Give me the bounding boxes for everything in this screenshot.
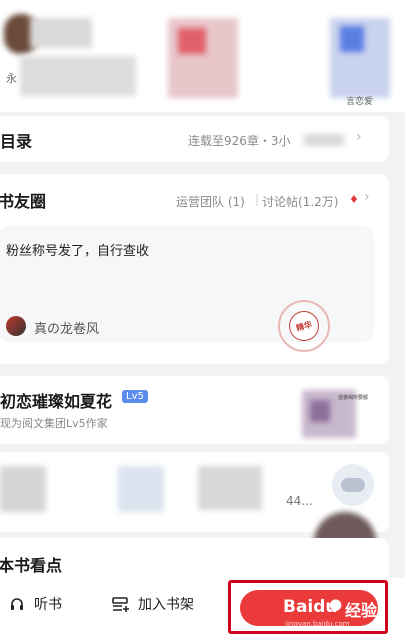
read-now-button[interactable]: Baidu ● 经验 jingyan.baidu.com [228, 580, 388, 634]
post-author-name: 真の龙卷风 [34, 322, 100, 337]
fan-avatar[interactable] [0, 466, 46, 512]
catalog-status: 连载至926章・3小 [188, 134, 291, 148]
highlights-title: 本书看点 [0, 556, 63, 575]
fan-avatar[interactable] [118, 466, 164, 512]
blurred-block [304, 134, 344, 146]
listen-button[interactable]: 听书 [10, 594, 62, 614]
separator: | [255, 192, 260, 206]
post-text: 粉丝称号发了，自行查收 [6, 244, 150, 259]
author-name: 初恋璀璨如夏花 [0, 392, 113, 411]
top-right-caption: 言恋爱 [346, 97, 374, 107]
featured-stamp-icon: 精华 [278, 300, 330, 352]
author-book-caption: 逆袭喝所要都 [338, 395, 369, 401]
top-left-caption: 永 [6, 72, 17, 85]
top-strip: 永 言恋爱 [0, 0, 405, 112]
stamp-label: 精华 [285, 307, 323, 345]
fans-count: 44... [286, 494, 313, 508]
book-cover-highlight [178, 28, 206, 54]
hot-flame-icon: ♦ [349, 193, 359, 206]
level-badge: Lv5 [122, 390, 148, 403]
add-shelf-label: 加入书架 [138, 597, 194, 613]
floating-bubble-icon[interactable] [332, 464, 374, 506]
author-book-cover-detail [310, 400, 330, 422]
watermark-cn: 经验 [345, 601, 378, 620]
book-cover-highlight [340, 26, 364, 52]
blurred-block [20, 56, 136, 96]
paw-icon: ● [329, 595, 343, 613]
fan-avatar[interactable] [198, 466, 262, 510]
catalog-card[interactable]: 目录 连载至926章・3小 › [0, 116, 389, 162]
author-subtitle: 现为阅文集团Lv5作家 [0, 417, 108, 430]
add-to-shelf-button[interactable]: 加入书架 [112, 594, 194, 614]
discussions-link[interactable]: 讨论帖(1.2万) [262, 193, 338, 210]
cloud-icon [341, 478, 365, 492]
listen-label: 听书 [34, 597, 62, 613]
book-circle-title: 书友圈 [0, 192, 47, 211]
chevron-right-icon: › [364, 189, 370, 205]
ops-team-link[interactable]: 运营团队 (1) [176, 193, 245, 210]
chevron-right-icon: › [356, 129, 362, 145]
headphones-icon [10, 597, 24, 611]
catalog-title: 目录 [0, 132, 33, 151]
blurred-block [30, 18, 92, 48]
watermark-url: jingyan.baidu.com [285, 620, 350, 628]
add-shelf-icon [112, 596, 130, 612]
post-author-avatar[interactable] [6, 316, 26, 336]
